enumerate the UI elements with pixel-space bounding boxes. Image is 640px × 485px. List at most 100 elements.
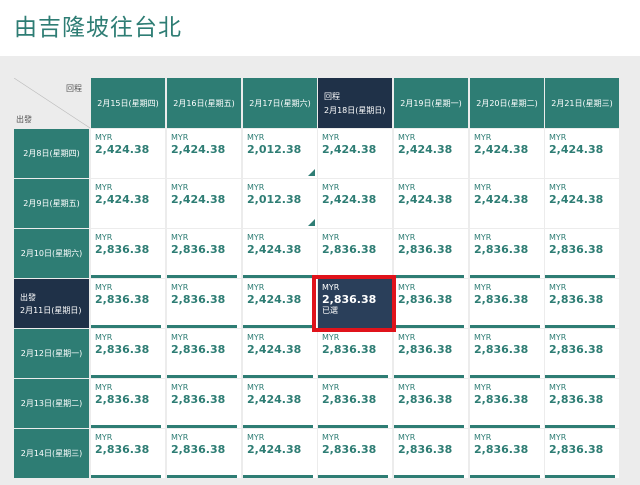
return-date-header[interactable]: 2月20日(星期二) [470,78,544,128]
fare-cell[interactable]: MYR 2,424.38 [470,179,544,228]
fare-cell[interactable]: MYR 2,836.38 [545,229,619,278]
fare-cell[interactable]: MYR 2,836.38 [470,279,544,328]
return-date-header[interactable]: 2月19日(星期一) [394,78,468,128]
fare-indicator-bar [470,425,540,428]
currency-label: MYR [549,433,567,442]
fare-indicator-bar [243,425,313,428]
depart-date-header[interactable]: 2月14日(星期三) [14,429,89,478]
fare-indicator-bar [394,425,464,428]
fare-cell[interactable]: MYR 2,836.38 [545,279,619,328]
depart-date-label: 2月11日(星期日) [20,305,82,315]
fare-indicator-bar [243,275,313,278]
fare-price: 2,836.38 [474,393,529,406]
currency-label: MYR [171,183,189,192]
depart-date-label: 2月8日(星期四) [23,149,80,158]
fare-cell[interactable]: MYR 2,424.38 [167,179,241,228]
currency-label: MYR [171,283,189,292]
fare-cell[interactable]: MYR 2,836.38 [91,229,165,278]
fare-cell[interactable]: MYR 2,836.38 [167,379,241,428]
fare-cell[interactable]: MYR 2,836.38 [545,379,619,428]
fare-cell[interactable]: MYR 2,836.38 [318,329,392,378]
fare-cell[interactable]: MYR 2,836.38 [167,329,241,378]
fare-cell[interactable]: MYR 2,424.38 [243,229,317,278]
fare-cell[interactable]: MYR 2,424.38 [167,129,241,178]
fare-price: 2,836.38 [322,343,377,356]
fare-cell[interactable]: MYR 2,836.38 [167,279,241,328]
fare-cell[interactable]: MYR 2,424.38 [545,129,619,178]
fare-cell[interactable]: MYR 2,836.38 [318,429,392,478]
fare-cell[interactable]: MYR 2,836.38 [470,429,544,478]
fare-price: 2,836.38 [549,293,604,306]
fare-price: 2,424.38 [247,293,302,306]
fare-cell[interactable]: MYR 2,424.38 [243,329,317,378]
fare-cell[interactable]: MYR 2,424.38 [91,129,165,178]
fare-cell[interactable]: MYR 2,424.38 [318,179,392,228]
currency-label: MYR [398,383,416,392]
return-date-label: 2月16日(星期五) [173,98,235,108]
fare-cell[interactable]: MYR 2,836.38 [167,429,241,478]
depart-date-header[interactable]: 2月10日(星期六) [14,229,89,278]
fare-indicator-bar [167,425,237,428]
return-date-label: 2月17日(星期六) [249,98,311,108]
fare-cell[interactable]: MYR 2,836.38 [91,329,165,378]
fare-cell[interactable]: MYR 2,836.38 [470,379,544,428]
return-date-header[interactable]: 2月15日(星期四) [91,78,165,128]
fare-price: 2,424.38 [247,443,302,456]
fare-price: 2,424.38 [549,193,604,206]
fare-cell[interactable]: MYR 2,836.38 [394,229,468,278]
fare-cell[interactable]: MYR 2,836.38 [394,429,468,478]
depart-date-header[interactable]: 2月13日(星期二) [14,379,89,428]
fare-indicator-bar [243,375,313,378]
fare-cell[interactable]: MYR 2,012.38 [243,179,317,228]
currency-label: MYR [95,183,113,192]
depart-date-header[interactable]: 2月12日(星期一) [14,329,89,378]
currency-label: MYR [95,383,113,392]
fare-cell[interactable]: MYR 2,424.38 [243,279,317,328]
currency-label: MYR [322,133,340,142]
fare-indicator-bar [470,325,540,328]
fare-price: 2,836.38 [322,393,377,406]
fare-cell[interactable]: MYR 2,836.38 [167,229,241,278]
currency-label: MYR [549,183,567,192]
fare-cell[interactable]: MYR 2,424.38 [91,179,165,228]
fare-cell[interactable]: MYR 2,836.38 [394,279,468,328]
fare-cell[interactable]: MYR 2,836.38 [394,379,468,428]
fare-cell[interactable]: MYR 2,012.38 [243,129,317,178]
fare-indicator-bar [394,375,464,378]
currency-label: MYR [474,283,492,292]
depart-date-header[interactable]: 2月9日(星期五) [14,179,89,228]
fare-cell[interactable]: MYR 2,836.38 [470,229,544,278]
fare-indicator-bar [318,475,388,478]
depart-date-header[interactable]: 2月8日(星期四) [14,129,89,178]
fare-cell[interactable]: MYR 2,836.38 [91,429,165,478]
fare-cell[interactable]: MYR 2,836.38 [470,329,544,378]
fare-cell[interactable]: MYR 2,424.38 [394,129,468,178]
fare-indicator-bar [243,475,313,478]
page-title: 由吉隆坡往台北 [14,15,182,41]
fare-cell[interactable]: MYR 2,424.38 [470,129,544,178]
return-date-header[interactable]: 2月21日(星期三) [545,78,619,128]
fare-cell[interactable]: MYR 2,424.38 [318,129,392,178]
return-date-header[interactable]: 2月17日(星期六) [243,78,317,128]
fare-price: 2,836.38 [322,243,377,256]
fare-price: 2,424.38 [398,143,453,156]
return-date-header[interactable]: 2月16日(星期五) [167,78,241,128]
return-date-header[interactable]: 回程 2月18日(星期日) [318,78,392,128]
fare-cell[interactable]: MYR 2,836.38 [318,229,392,278]
fare-cell[interactable]: MYR 2,836.38 [91,379,165,428]
fare-cell[interactable]: MYR 2,836.38 [318,379,392,428]
fare-indicator-bar [394,325,464,328]
fare-cell[interactable]: MYR 2,836.38 [394,329,468,378]
depart-date-header[interactable]: 出發 2月11日(星期日) [14,279,89,328]
fare-cell[interactable]: MYR 2,424.38 [243,429,317,478]
fare-cell[interactable]: MYR 2,836.38 [91,279,165,328]
fare-cell[interactable]: MYR 2,836.38 [545,329,619,378]
fare-cell[interactable]: MYR 2,424.38 [394,179,468,228]
fare-indicator-bar [318,425,388,428]
fare-price: 2,424.38 [474,193,529,206]
currency-label: MYR [474,133,492,142]
depart-date-label: 2月13日(星期二) [20,399,83,408]
fare-cell[interactable]: MYR 2,424.38 [243,379,317,428]
fare-cell[interactable]: MYR 2,836.38 [545,429,619,478]
fare-cell[interactable]: MYR 2,424.38 [545,179,619,228]
